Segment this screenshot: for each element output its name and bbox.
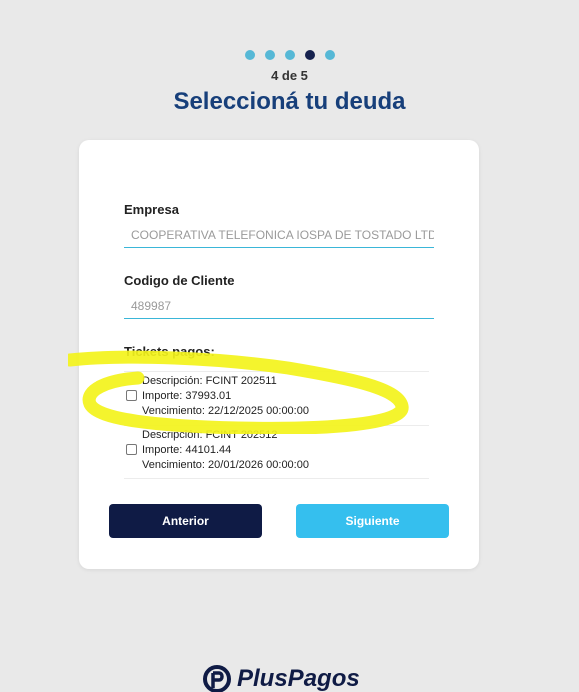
- ticket-vencimiento: Vencimiento: 20/01/2026 00:00:00: [142, 459, 309, 471]
- tickets-list: Descripción: FCINT 202511 Importe: 37993…: [124, 371, 429, 479]
- cliente-field[interactable]: 489987: [124, 293, 434, 319]
- brand-logo: PlusPagos: [202, 664, 360, 692]
- ticket-vencimiento: Vencimiento: 22/12/2025 00:00:00: [142, 405, 309, 417]
- step-dot-5: [324, 50, 335, 60]
- brand-name: PlusPagos: [237, 665, 360, 692]
- ticket-descripcion: Descripción: FCINT 202512: [142, 429, 278, 441]
- ticket-row: Descripción: FCINT 202511 Importe: 37993…: [124, 371, 429, 425]
- anterior-button[interactable]: Anterior: [109, 504, 262, 538]
- ticket-importe: Importe: 37993.01: [142, 390, 232, 402]
- step-count: 4 de 5: [271, 68, 308, 83]
- step-dot-4-active: [304, 50, 315, 60]
- ticket-checkbox[interactable]: [126, 390, 137, 401]
- debt-form-card: Empresa COOPERATIVA TELEFONICA IOSPA DE …: [79, 140, 479, 569]
- empresa-label: Empresa: [124, 202, 179, 217]
- tickets-label: Tickets pagos:: [124, 344, 215, 359]
- pluspagos-logo-icon: [203, 665, 231, 692]
- step-dot-1: [244, 50, 255, 60]
- page-title: Seleccioná tu deuda: [173, 88, 406, 115]
- empresa-field[interactable]: COOPERATIVA TELEFONICA IOSPA DE TOSTADO …: [124, 222, 434, 248]
- step-dot-2: [264, 50, 275, 60]
- ticket-row: Descripción: FCINT 202512 Importe: 44101…: [124, 425, 429, 479]
- cliente-label: Codigo de Cliente: [124, 273, 235, 288]
- siguiente-button[interactable]: Siguiente: [296, 504, 449, 538]
- ticket-importe: Importe: 44101.44: [142, 444, 232, 456]
- step-dot-3: [284, 50, 295, 60]
- ticket-checkbox[interactable]: [126, 444, 137, 455]
- ticket-descripcion: Descripción: FCINT 202511: [142, 375, 277, 387]
- step-indicator: [0, 50, 579, 60]
